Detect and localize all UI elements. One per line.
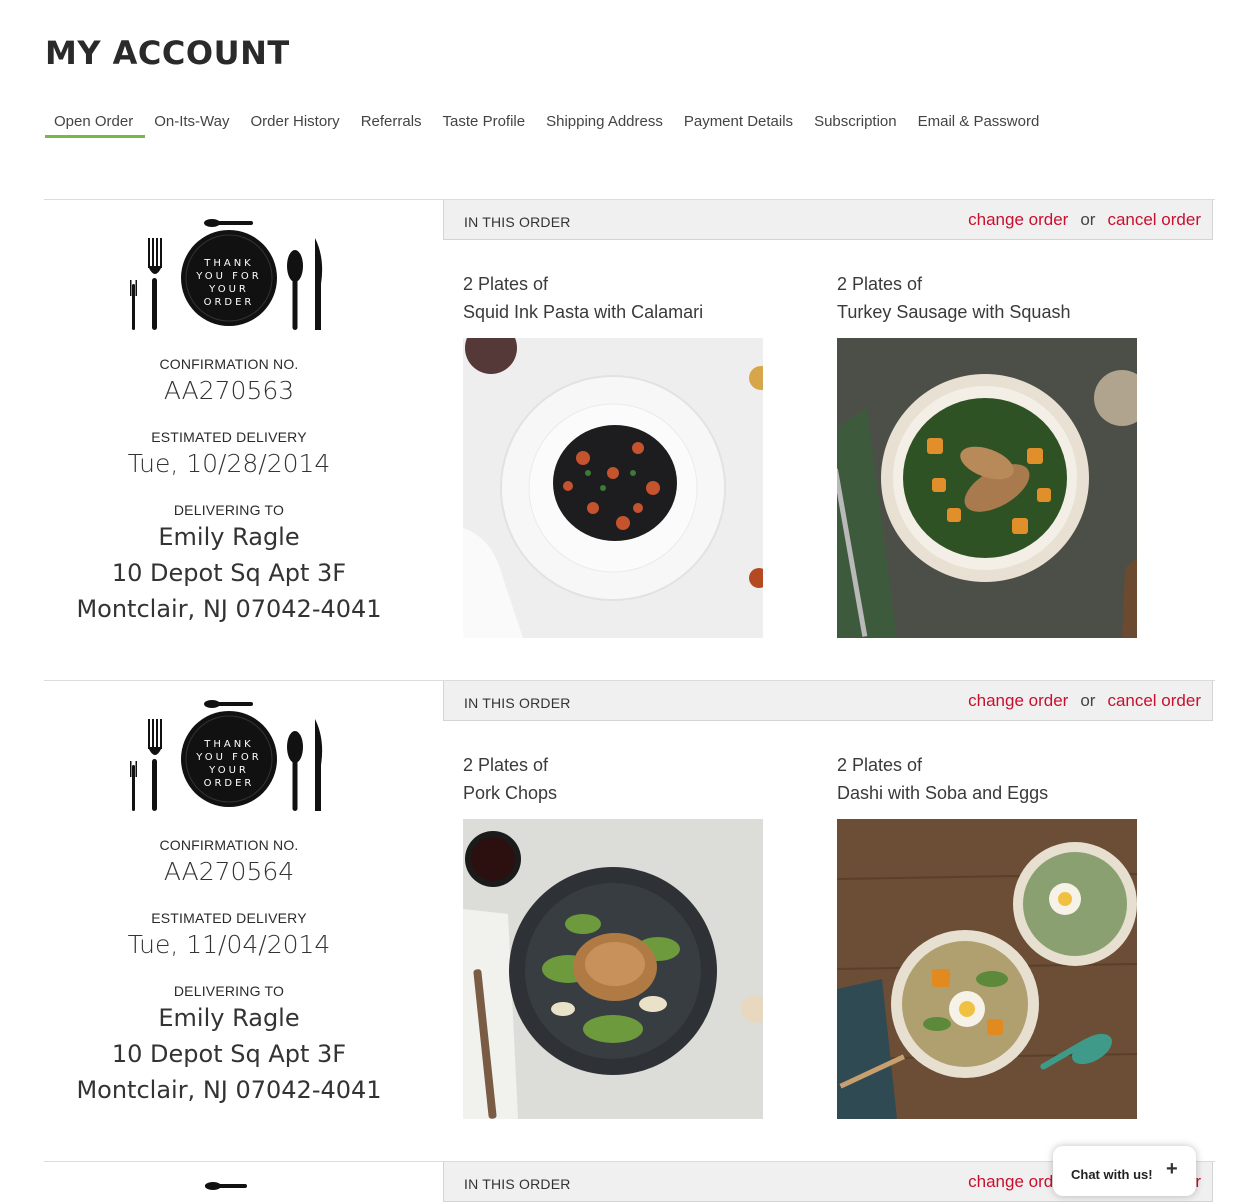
confirmation-number: AA270564 xyxy=(163,857,295,886)
confirmation-label: CONFIRMATION NO. xyxy=(159,837,299,853)
meal-item: 2 Plates of Pork Chops xyxy=(463,751,763,1119)
confirmation-number: AA270563 xyxy=(163,376,295,405)
order-card: IN THIS ORDER change orderorcancel order xyxy=(44,1161,1215,1202)
tab-on-its-way[interactable]: On-Its-Way xyxy=(145,112,241,138)
in-this-order-label: IN THIS ORDER xyxy=(464,214,571,230)
estimated-delivery-label: ESTIMATED DELIVERY xyxy=(151,429,307,445)
delivery-date: Tue, 10/28/2014 xyxy=(127,449,331,478)
tab-payment-details[interactable]: Payment Details xyxy=(675,112,805,138)
svg-text:YOU FOR: YOU FOR xyxy=(195,271,262,282)
meal-quantity: 2 Plates of xyxy=(463,755,549,775)
address-line-1: 10 Depot Sq Apt 3F xyxy=(111,1040,347,1068)
meal-title: Dashi with Soba and Eggs xyxy=(837,783,1049,803)
recipient-name: Emily Ragle xyxy=(158,1004,300,1032)
in-this-order-label: IN THIS ORDER xyxy=(464,695,571,711)
svg-text:ORDER: ORDER xyxy=(204,297,255,308)
meal-photo-squid-ink-pasta xyxy=(463,338,763,638)
svg-text:ORDER: ORDER xyxy=(204,778,255,789)
account-tabs: Open Order On-Its-Way Order History Refe… xyxy=(45,112,1051,140)
recipient-name: Emily Ragle xyxy=(158,523,300,551)
change-order-link[interactable]: change order xyxy=(968,210,1068,229)
cancel-order-link[interactable]: cancel order xyxy=(1107,210,1201,229)
confirmation-label: CONFIRMATION NO. xyxy=(159,356,299,372)
in-this-order-label: IN THIS ORDER xyxy=(464,1176,571,1192)
meal-quantity: 2 Plates of xyxy=(463,274,549,294)
address-line-2: Montclair, NJ 07042-4041 xyxy=(76,595,382,623)
chat-widget[interactable]: Chat with us! + xyxy=(1053,1146,1196,1196)
chat-label: Chat with us! xyxy=(1071,1167,1153,1182)
address-line-2: Montclair, NJ 07042-4041 xyxy=(76,1076,382,1104)
svg-text:YOU FOR: YOU FOR xyxy=(195,752,262,763)
meal-title: Turkey Sausage with Squash xyxy=(837,302,1071,322)
tab-email-password[interactable]: Email & Password xyxy=(909,112,1052,138)
meal-quantity: 2 Plates of xyxy=(837,755,923,775)
thank-you-logo: THANK YOU FOR YOUR ORDER xyxy=(130,700,323,811)
estimated-delivery-label: ESTIMATED DELIVERY xyxy=(151,910,307,926)
tab-open-order[interactable]: Open Order xyxy=(45,112,146,138)
order-card: THANK YOU FOR YOUR ORDER CONFIRMATION NO… xyxy=(44,199,1215,680)
order-header-bar: IN THIS ORDER change order or cancel order xyxy=(443,200,1213,240)
thank-you-logo xyxy=(205,1182,247,1190)
meal-photo-turkey-sausage xyxy=(837,338,1137,638)
svg-text:THANK: THANK xyxy=(203,739,254,750)
tab-referrals[interactable]: Referrals xyxy=(352,112,434,138)
order-card: THANK YOU FOR YOUR ORDER CONFIRMATION NO… xyxy=(44,680,1215,1161)
meal-title: Pork Chops xyxy=(463,783,558,803)
order-summary: THANK YOU FOR YOUR ORDER CONFIRMATION NO… xyxy=(44,200,414,680)
delivering-to-label: DELIVERING TO xyxy=(173,502,285,518)
svg-text:YOUR: YOUR xyxy=(208,284,249,295)
tab-shipping-address[interactable]: Shipping Address xyxy=(537,112,675,138)
change-order-link[interactable]: change order xyxy=(968,691,1068,710)
tab-order-history[interactable]: Order History xyxy=(242,112,352,138)
or-text: or xyxy=(1080,691,1096,710)
meal-photo-pork-chops xyxy=(463,819,763,1119)
meal-item: 2 Plates of Squid Ink Pasta with Calamar… xyxy=(463,270,763,638)
or-text: or xyxy=(1080,210,1096,229)
svg-text:YOUR: YOUR xyxy=(208,765,249,776)
svg-text:THANK: THANK xyxy=(203,258,254,269)
order-header-bar: IN THIS ORDER change order or cancel order xyxy=(443,681,1213,721)
meal-title: Squid Ink Pasta with Calamari xyxy=(463,302,704,322)
order-summary: THANK YOU FOR YOUR ORDER CONFIRMATION NO… xyxy=(44,681,414,1161)
meal-item: 2 Plates of Dashi with Soba and Eggs xyxy=(837,751,1137,1119)
address-line-1: 10 Depot Sq Apt 3F xyxy=(111,559,347,587)
meal-quantity: 2 Plates of xyxy=(837,274,923,294)
page-title: MY ACCOUNT xyxy=(45,34,290,72)
delivery-date: Tue, 11/04/2014 xyxy=(127,930,331,959)
delivering-to-label: DELIVERING TO xyxy=(173,983,285,999)
meal-item: 2 Plates of Turkey Sausage with Squash xyxy=(837,270,1137,638)
thank-you-logo: THANK YOU FOR YOUR ORDER xyxy=(130,219,323,330)
meal-photo-dashi-soba xyxy=(837,819,1137,1119)
plus-icon[interactable]: + xyxy=(1166,1158,1178,1181)
tab-taste-profile[interactable]: Taste Profile xyxy=(434,112,538,138)
tab-subscription[interactable]: Subscription xyxy=(805,112,909,138)
cancel-order-link[interactable]: cancel order xyxy=(1107,691,1201,710)
